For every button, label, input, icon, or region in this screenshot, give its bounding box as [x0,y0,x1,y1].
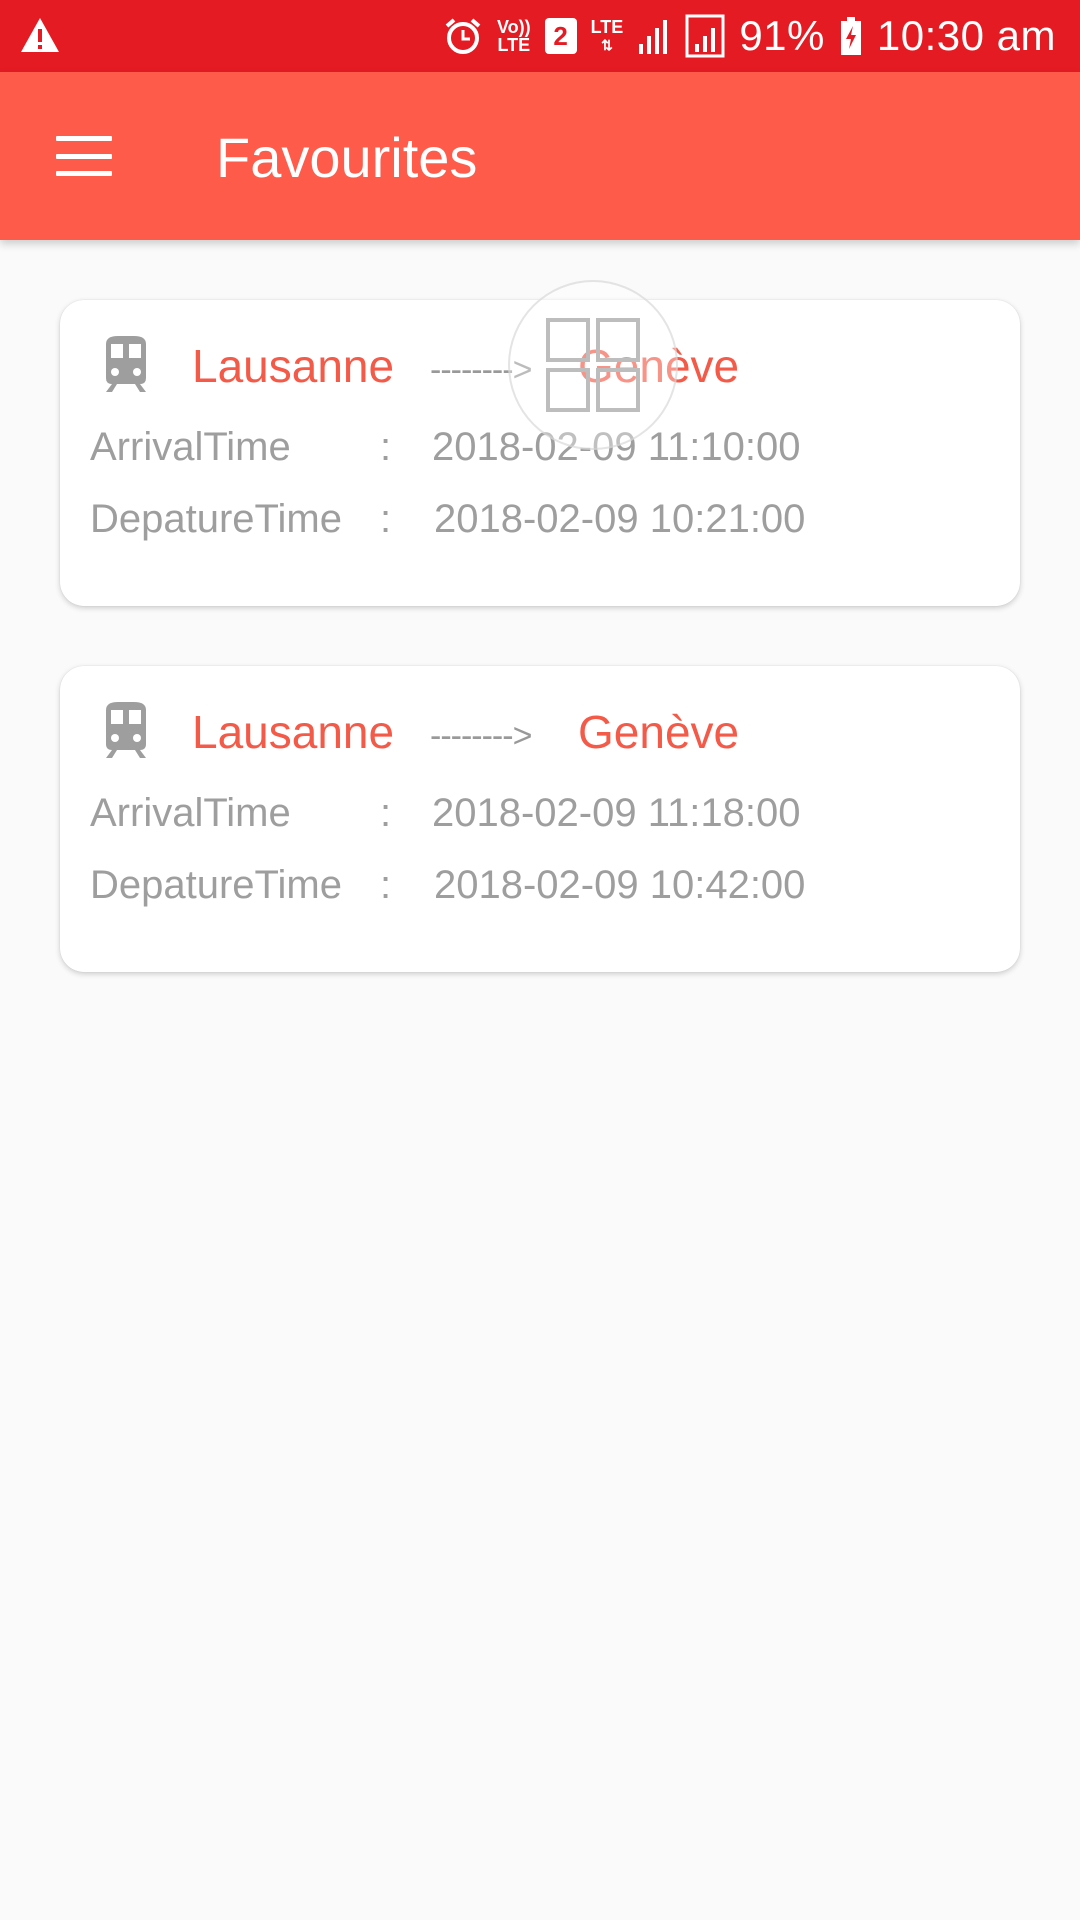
warning-icon [18,14,62,58]
arrival-colon: : [380,425,392,469]
volte-icon: Vo)) LTE [496,17,531,55]
battery-percent: 91% [739,12,825,59]
departure-colon: : [380,863,392,907]
floating-grid-button[interactable] [508,280,678,450]
hamburger-icon [56,136,112,176]
train-icon [98,334,154,394]
departure-value: 2018-02-09 10:42:00 [434,863,806,907]
alarm-icon [443,16,483,56]
route-destination: Genève [578,706,740,758]
app-bar: Favourites [0,72,1080,240]
favourite-card[interactable]: Lausanne --------> Genève ArrivalTime : … [60,666,1020,972]
departure-value: 2018-02-09 10:21:00 [434,497,806,541]
arrival-colon: : [380,791,392,835]
roaming-signal-icon [685,14,725,58]
route-arrow: --------> [430,717,532,755]
departure-label: DepatureTime [90,863,342,907]
battery-charging-icon [839,16,863,56]
route-origin: Lausanne [192,340,395,392]
sim-icon: 2 [544,18,577,54]
departure-label: DepatureTime [90,497,342,541]
status-icons: Vo)) LTE 2 LTE ⇅ 91% 10:30 am [443,0,1056,72]
arrival-label: ArrivalTime [90,791,291,835]
menu-button[interactable] [36,108,132,204]
signal-icon [637,16,671,56]
route-origin: Lausanne [192,706,395,758]
status-bar: Vo)) LTE 2 LTE ⇅ 91% 10:30 am [0,0,1080,72]
page-title: Favourites [216,126,478,189]
train-icon [98,700,154,760]
departure-colon: : [380,497,392,541]
grid-icon [546,318,640,412]
arrival-label: ArrivalTime [90,425,291,469]
clock: 10:30 am [876,12,1056,59]
arrival-value: 2018-02-09 11:18:00 [432,791,801,835]
lte-signal-icon: LTE ⇅ [590,17,624,53]
